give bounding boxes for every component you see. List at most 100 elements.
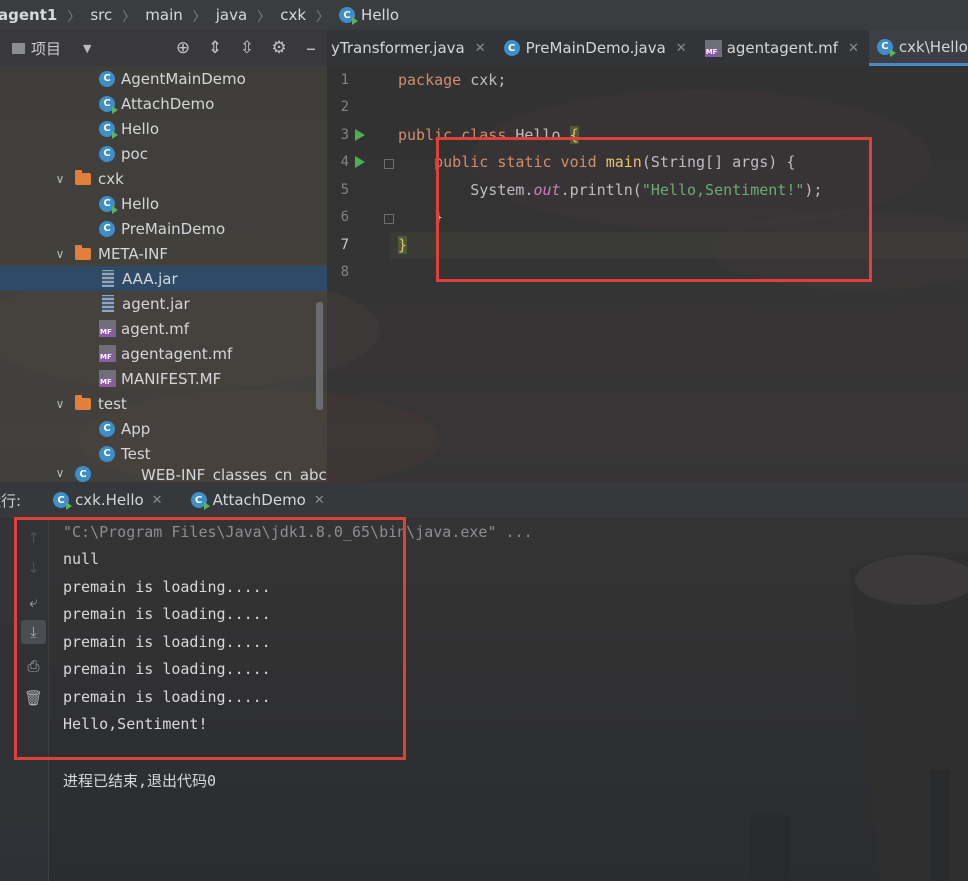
tree-item-attachdemo[interactable]: C AttachDemo [0, 91, 327, 116]
tree-item-label: agent.mf [121, 319, 189, 338]
tree-item-agentmaindemo[interactable]: C AgentMainDemo [0, 66, 327, 91]
line-number: 1 [340, 72, 349, 88]
collapse-all-icon[interactable]: ⇳ [231, 32, 263, 64]
manifest-icon: MF [99, 370, 116, 387]
console-exit-line: 进程已结束,退出代码0 [63, 772, 217, 790]
project-tree: C AgentMainDemo C AttachDemo C Hello C p… [0, 66, 327, 482]
java-class-icon: C [99, 120, 118, 139]
manifest-icon: MF [99, 320, 116, 337]
editor-tab-bar: yTransformer.java ✕ C PreMainDemo.java ✕… [327, 30, 968, 66]
run-panel-label: 运行: [0, 491, 22, 510]
java-class-icon: C [99, 420, 115, 437]
chevron-down-icon[interactable]: ∨ [53, 172, 67, 186]
breadcrumb-cxk[interactable]: cxk [280, 6, 306, 24]
project-panel-title: 项目 [31, 39, 62, 58]
chevron-down-icon[interactable]: ∨ [53, 247, 67, 261]
tree-item-agent-jar[interactable]: agent.jar [0, 291, 327, 316]
close-icon[interactable]: ✕ [314, 493, 325, 508]
expand-all-icon[interactable]: ⇕ [199, 32, 231, 64]
highlight-box [14, 517, 406, 760]
hide-icon[interactable]: – [295, 32, 327, 64]
folder-icon [75, 244, 91, 260]
java-class-icon: C [876, 38, 896, 57]
java-class-icon: C [99, 220, 115, 237]
tree-folder-cxk[interactable]: ∨ cxk [0, 166, 327, 191]
tree-item-hello[interactable]: C Hello [0, 116, 327, 141]
java-class-icon: C [99, 195, 118, 214]
tree-item-hello[interactable]: C Hello [0, 191, 327, 216]
tree-item-agent-mf[interactable]: MF agent.mf [0, 316, 327, 341]
tree-item-aaa-jar[interactable]: AAA.jar [0, 266, 327, 291]
tab-premaindemo[interactable]: C PreMainDemo.java ✕ [496, 30, 697, 66]
tree-item-poc[interactable]: C poc [0, 141, 327, 166]
tree-folder-test[interactable]: ∨ test [0, 391, 327, 416]
manifest-icon: MF [99, 345, 116, 362]
close-icon[interactable]: ✕ [676, 41, 687, 56]
code-line-1: package cxk; [398, 71, 506, 89]
tree-item-label: agentagent.mf [121, 344, 233, 363]
line-number: 4 [340, 154, 349, 170]
code-token: cxk; [461, 71, 507, 89]
chevron-down-icon[interactable]: ∨ [53, 466, 67, 480]
tab-label: agentagent.mf [726, 39, 839, 57]
breadcrumb-main[interactable]: main [145, 6, 182, 24]
close-icon[interactable]: ✕ [152, 493, 163, 508]
chevron-down-icon[interactable]: ∨ [53, 397, 67, 411]
tree-item-label: App [121, 419, 151, 438]
tree-item-label: META-INF [98, 244, 169, 263]
java-class-icon: C [190, 492, 210, 510]
close-icon[interactable]: ✕ [475, 41, 486, 56]
tree-item-label: AAA.jar [122, 269, 178, 288]
line-number: 7 [340, 237, 349, 253]
tree-folder-meta-inf[interactable]: ∨ META-INF [0, 241, 327, 266]
tree-scrollbar[interactable] [316, 302, 323, 410]
run-gutter-icon[interactable] [355, 156, 365, 168]
close-icon[interactable]: ✕ [848, 41, 859, 56]
breadcrumb-project[interactable]: agent1 [0, 6, 57, 24]
java-class-icon: C [339, 7, 359, 25]
line-number: 8 [340, 264, 349, 280]
breadcrumb-java[interactable]: java [216, 6, 247, 24]
tree-item-test[interactable]: C Test [0, 441, 327, 466]
run-tab-cxk-hello[interactable]: C cxk.Hello ✕ [39, 482, 177, 518]
project-icon [12, 42, 25, 54]
fold-icon[interactable] [384, 159, 394, 169]
tab-hello-java[interactable]: C cxk\Hello.java [868, 30, 968, 66]
line-number: 2 [340, 99, 349, 115]
gear-icon[interactable]: ⚙ [263, 32, 295, 64]
tree-item-label: MANIFEST.MF [121, 369, 222, 388]
tree-item-label: cxk [98, 169, 124, 188]
code-token: } [398, 236, 408, 254]
tree-item-premaindemo[interactable]: C PreMainDemo [0, 216, 327, 241]
java-class-icon: C [99, 70, 115, 87]
tree-item-agentagent-mf[interactable]: MF agentagent.mf [0, 341, 327, 366]
chevron-right-icon: 〉 [192, 9, 206, 25]
run-gutter-icon[interactable] [355, 129, 365, 141]
tab-ytransformer[interactable]: yTransformer.java ✕ [327, 30, 496, 66]
breadcrumb-hello[interactable]: C Hello [339, 6, 399, 25]
tree-item-web-inf[interactable]: ∨ C WEB-INF_classes_cn_abc [0, 466, 327, 482]
tree-item-label: agent.jar [122, 294, 190, 313]
breadcrumb-src[interactable]: src [90, 6, 112, 24]
fold-icon[interactable] [384, 214, 394, 224]
tree-item-label: Hello [121, 119, 160, 138]
project-view-selector[interactable]: 项目 ▼ [12, 38, 92, 59]
tab-label: PreMainDemo.java [525, 39, 666, 57]
tab-label: cxk\Hello.java [898, 37, 968, 56]
tab-agentagent-mf[interactable]: MF agentagent.mf ✕ [697, 30, 869, 66]
chevron-right-icon: 〉 [122, 9, 136, 25]
jar-icon [102, 295, 114, 312]
locate-icon[interactable]: ⊕ [167, 32, 199, 64]
folder-icon [75, 394, 91, 410]
tree-item-app[interactable]: C App [0, 416, 327, 441]
line-number: 3 [340, 127, 349, 143]
code-editor[interactable]: 1 2 3 4 5 6 7 8 package cxk; public clas… [327, 66, 968, 482]
tree-item-label: Test [121, 444, 151, 463]
dropdown-icon: ▼ [83, 41, 92, 55]
editor-gutter: 1 2 3 4 5 6 7 8 [327, 66, 394, 482]
run-tab-label: cxk.Hello [75, 491, 144, 509]
tree-item-manifest-mf[interactable]: MF MANIFEST.MF [0, 366, 327, 391]
run-tab-attachdemo[interactable]: C AttachDemo ✕ [177, 482, 339, 518]
java-class-icon: C [99, 145, 115, 162]
folder-icon [75, 169, 91, 185]
